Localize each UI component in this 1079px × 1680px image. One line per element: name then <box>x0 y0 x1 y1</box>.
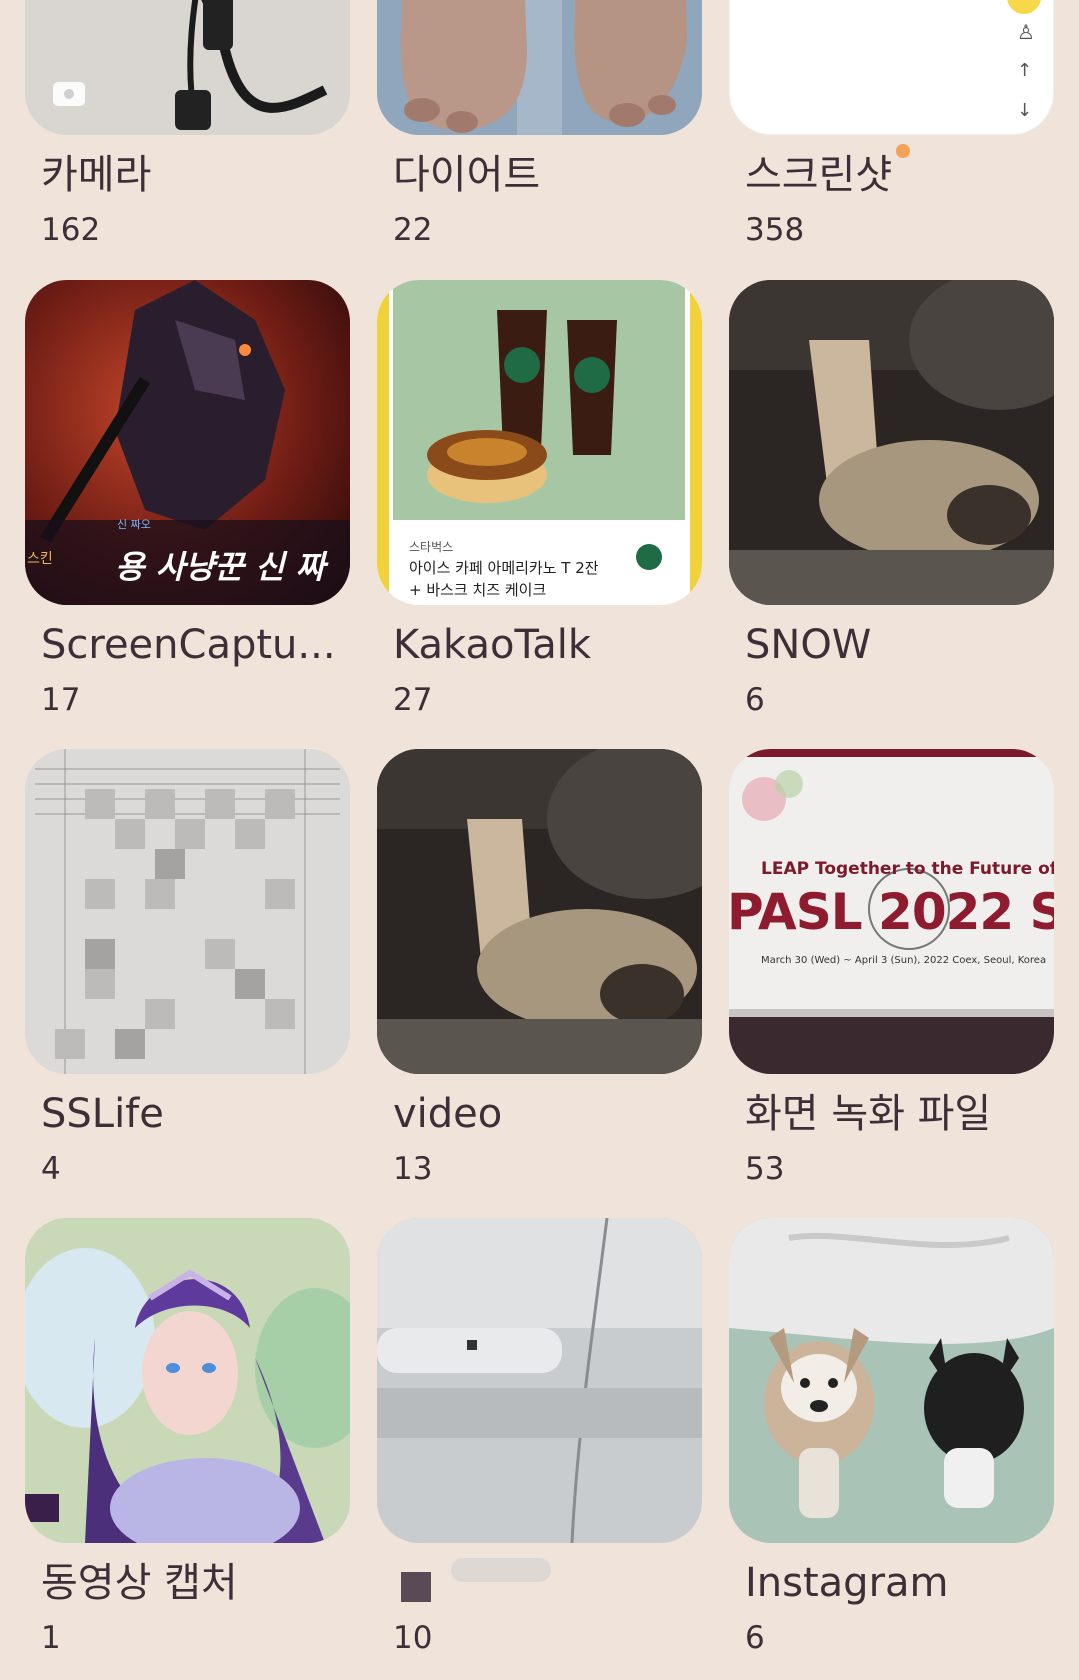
album-count: 6 <box>745 1620 765 1656</box>
album-thumbnail[interactable] <box>729 1218 1054 1543</box>
kakao-brand: 스타벅스 <box>409 540 454 554</box>
album-thumbnail[interactable]: 스타벅스 아이스 카페 아메리카노 T 2잔 + 바스크 치즈 케이크 <box>377 280 702 605</box>
album-count: 27 <box>393 682 433 718</box>
album-count: 17 <box>41 682 81 718</box>
game-banner-text: 용 사냥꾼 신 짜 <box>115 548 326 586</box>
camera-icon <box>53 82 85 106</box>
album-name: SSLife <box>41 1091 164 1137</box>
kakao-line1: 아이스 카페 아메리카노 T 2잔 <box>409 559 599 577</box>
pasl-title-text: PASL 2022 SEO <box>729 883 1054 941</box>
album-count: 13 <box>393 1151 433 1187</box>
person-icon: ♙ <box>1017 20 1035 44</box>
album-count: 4 <box>41 1151 61 1187</box>
yellow-circle-icon <box>1007 0 1041 14</box>
arrow-up-icon: ↑ <box>1017 60 1033 81</box>
album-name-redacted <box>401 1552 551 1602</box>
album-name: video <box>393 1091 503 1137</box>
album-thumbnail[interactable]: ♙ ↑ ↓ <box>729 0 1054 135</box>
album-name: 화면 녹화 파일 <box>745 1091 992 1137</box>
pasl-date-text: March 30 (Wed) ~ April 3 (Sun), 2022 Coe… <box>761 955 1047 966</box>
album-name: Instagram <box>745 1560 949 1606</box>
album-thumbnail[interactable] <box>25 0 350 135</box>
album-count: 22 <box>393 212 433 248</box>
album-name: 다이어트 <box>393 152 541 198</box>
album-count: 53 <box>745 1151 785 1187</box>
album-name: KakaoTalk <box>393 622 592 668</box>
album-name: 카메라 <box>41 152 152 198</box>
album-thumbnail[interactable] <box>377 0 702 135</box>
album-thumbnail[interactable]: 신 짜오 스킨 용 사냥꾼 신 짜 <box>25 280 350 605</box>
album-thumbnail[interactable] <box>377 749 702 1074</box>
pasl-top-text: LEAP Together to the Future of Hepatolog… <box>761 859 1054 879</box>
album-count: 162 <box>41 212 101 248</box>
album-thumbnail[interactable]: LEAP Together to the Future of Hepatolog… <box>729 749 1054 1074</box>
game-badge: 신 짜오 <box>117 518 151 531</box>
arrow-down-icon: ↓ <box>1017 100 1033 121</box>
album-count: 6 <box>745 682 765 718</box>
album-name: ScreenCaptu... <box>41 622 336 668</box>
album-name: 동영상 캡처 <box>41 1560 238 1606</box>
album-count: 10 <box>393 1620 433 1656</box>
album-name: SNOW <box>745 622 872 668</box>
album-thumbnail[interactable] <box>729 280 1054 605</box>
new-badge-dot <box>896 144 911 158</box>
album-thumbnail[interactable] <box>25 749 350 1074</box>
album-name: 스크린샷 <box>745 144 911 199</box>
album-count: 1 <box>41 1620 61 1656</box>
kakao-line2: + 바스크 치즈 케이크 <box>409 581 547 599</box>
album-thumbnail[interactable] <box>25 1218 350 1543</box>
game-side-label: 스킨 <box>27 551 53 567</box>
album-thumbnail[interactable] <box>377 1218 702 1543</box>
album-name-text: 스크린샷 <box>745 152 893 198</box>
album-count: 358 <box>745 212 805 248</box>
